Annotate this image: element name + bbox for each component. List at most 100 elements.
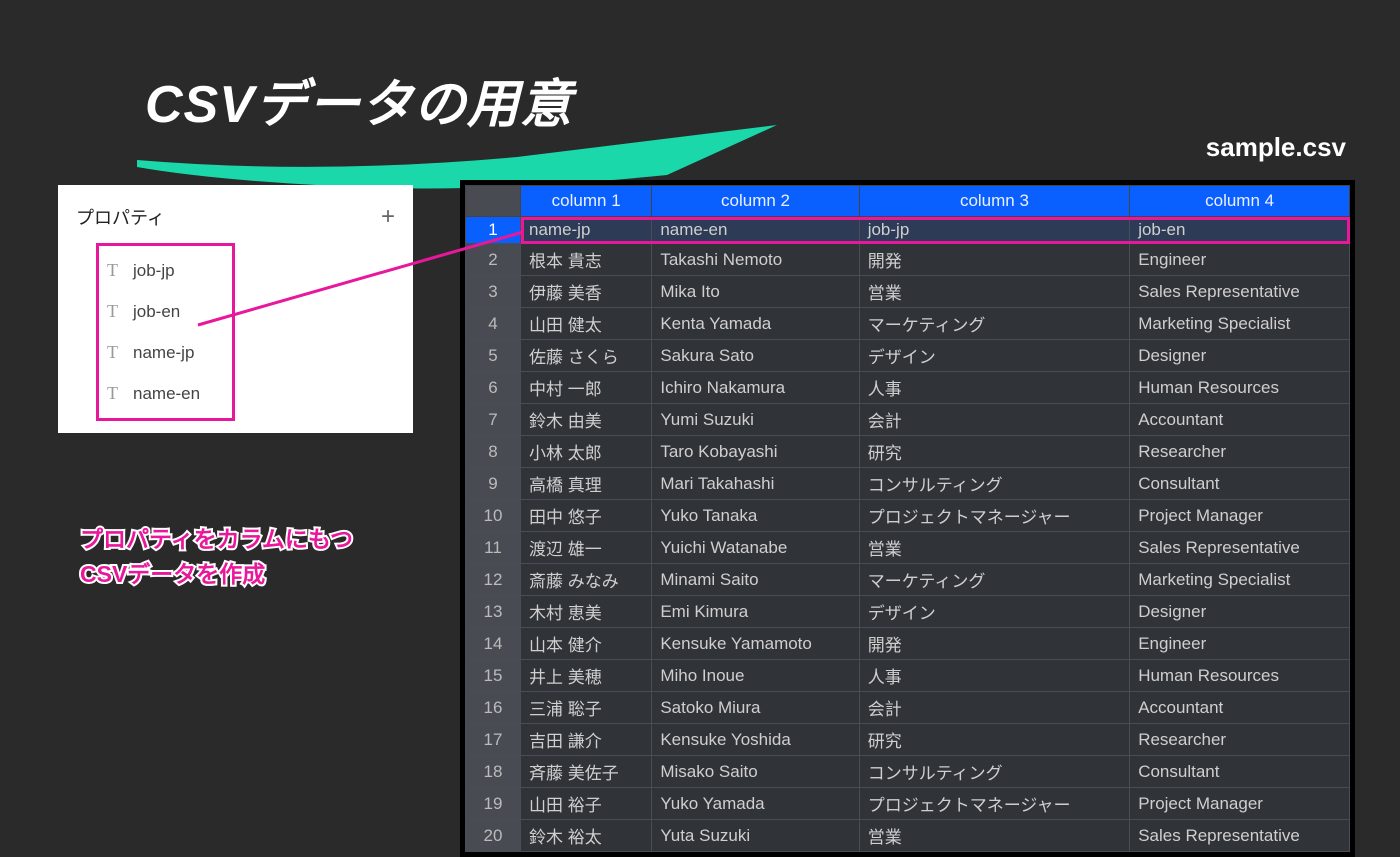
- table-row[interactable]: 17吉田 謙介Kensuke Yoshida研究Researcher: [466, 724, 1350, 756]
- table-cell[interactable]: Satoko Miura: [652, 692, 859, 724]
- table-cell[interactable]: 田中 悠子: [521, 500, 652, 532]
- property-item[interactable]: Tjob-jp: [105, 250, 202, 291]
- row-number[interactable]: 19: [466, 788, 521, 820]
- table-cell[interactable]: Sales Representative: [1130, 532, 1350, 564]
- table-row[interactable]: 15井上 美穂Miho Inoue人事Human Resources: [466, 660, 1350, 692]
- row-number[interactable]: 8: [466, 436, 521, 468]
- table-cell[interactable]: Researcher: [1130, 436, 1350, 468]
- table-cell[interactable]: Project Manager: [1130, 500, 1350, 532]
- table-row[interactable]: 19山田 裕子Yuko YamadaプロジェクトマネージャーProject Ma…: [466, 788, 1350, 820]
- table-row[interactable]: 2根本 貴志Takashi Nemoto開発Engineer: [466, 244, 1350, 276]
- table-cell[interactable]: Emi Kimura: [652, 596, 859, 628]
- column-header[interactable]: column 3: [859, 186, 1130, 217]
- table-cell[interactable]: job-en: [1130, 217, 1350, 244]
- table-row[interactable]: 4山田 健太Kenta YamadaマーケティングMarketing Speci…: [466, 308, 1350, 340]
- row-number[interactable]: 16: [466, 692, 521, 724]
- row-number[interactable]: 14: [466, 628, 521, 660]
- table-cell[interactable]: Project Manager: [1130, 788, 1350, 820]
- table-cell[interactable]: Sakura Sato: [652, 340, 859, 372]
- table-cell[interactable]: Yuko Yamada: [652, 788, 859, 820]
- table-cell[interactable]: マーケティング: [859, 564, 1130, 596]
- table-cell[interactable]: マーケティング: [859, 308, 1130, 340]
- table-cell[interactable]: Ichiro Nakamura: [652, 372, 859, 404]
- table-cell[interactable]: Yuko Tanaka: [652, 500, 859, 532]
- table-cell[interactable]: Minami Saito: [652, 564, 859, 596]
- table-row[interactable]: 1name-jpname-enjob-jpjob-en: [466, 217, 1350, 244]
- property-item[interactable]: Tname-jp: [105, 332, 202, 373]
- table-cell[interactable]: name-en: [652, 217, 859, 244]
- table-cell[interactable]: デザイン: [859, 340, 1130, 372]
- table-cell[interactable]: コンサルティング: [859, 468, 1130, 500]
- table-row[interactable]: 12斎藤 みなみMinami SaitoマーケティングMarketing Spe…: [466, 564, 1350, 596]
- table-cell[interactable]: 三浦 聡子: [521, 692, 652, 724]
- table-cell[interactable]: 山田 裕子: [521, 788, 652, 820]
- table-cell[interactable]: Consultant: [1130, 468, 1350, 500]
- row-number[interactable]: 5: [466, 340, 521, 372]
- table-row[interactable]: 5佐藤 さくらSakura SatoデザインDesigner: [466, 340, 1350, 372]
- table-cell[interactable]: Misako Saito: [652, 756, 859, 788]
- table-cell[interactable]: Researcher: [1130, 724, 1350, 756]
- table-cell[interactable]: 山田 健太: [521, 308, 652, 340]
- table-cell[interactable]: Marketing Specialist: [1130, 308, 1350, 340]
- row-number[interactable]: 20: [466, 820, 521, 852]
- table-cell[interactable]: 人事: [859, 660, 1130, 692]
- table-cell[interactable]: Designer: [1130, 596, 1350, 628]
- table-cell[interactable]: Accountant: [1130, 404, 1350, 436]
- table-row[interactable]: 7鈴木 由美Yumi Suzuki会計Accountant: [466, 404, 1350, 436]
- row-number[interactable]: 15: [466, 660, 521, 692]
- table-cell[interactable]: Taro Kobayashi: [652, 436, 859, 468]
- row-number[interactable]: 7: [466, 404, 521, 436]
- column-header[interactable]: column 4: [1130, 186, 1350, 217]
- table-row[interactable]: 9高橋 真理Mari TakahashiコンサルティングConsultant: [466, 468, 1350, 500]
- property-item[interactable]: Tjob-en: [105, 291, 202, 332]
- table-row[interactable]: 11渡辺 雄一Yuichi Watanabe営業Sales Representa…: [466, 532, 1350, 564]
- table-row[interactable]: 20鈴木 裕太Yuta Suzuki営業Sales Representative: [466, 820, 1350, 852]
- table-cell[interactable]: デザイン: [859, 596, 1130, 628]
- table-cell[interactable]: name-jp: [521, 217, 652, 244]
- table-cell[interactable]: 斉藤 美佐子: [521, 756, 652, 788]
- table-cell[interactable]: Sales Representative: [1130, 820, 1350, 852]
- table-cell[interactable]: Sales Representative: [1130, 276, 1350, 308]
- table-cell[interactable]: 人事: [859, 372, 1130, 404]
- table-cell[interactable]: 斎藤 みなみ: [521, 564, 652, 596]
- row-number[interactable]: 17: [466, 724, 521, 756]
- table-row[interactable]: 14山本 健介Kensuke Yamamoto開発Engineer: [466, 628, 1350, 660]
- table-cell[interactable]: コンサルティング: [859, 756, 1130, 788]
- table-cell[interactable]: Human Resources: [1130, 372, 1350, 404]
- table-cell[interactable]: 研究: [859, 724, 1130, 756]
- table-cell[interactable]: Kensuke Yoshida: [652, 724, 859, 756]
- table-cell[interactable]: Yumi Suzuki: [652, 404, 859, 436]
- row-number[interactable]: 2: [466, 244, 521, 276]
- table-row[interactable]: 18斉藤 美佐子Misako SaitoコンサルティングConsultant: [466, 756, 1350, 788]
- table-cell[interactable]: Kensuke Yamamoto: [652, 628, 859, 660]
- table-cell[interactable]: Mari Takahashi: [652, 468, 859, 500]
- table-cell[interactable]: 中村 一郎: [521, 372, 652, 404]
- table-cell[interactable]: Engineer: [1130, 244, 1350, 276]
- table-cell[interactable]: Takashi Nemoto: [652, 244, 859, 276]
- table-row[interactable]: 16三浦 聡子Satoko Miura会計Accountant: [466, 692, 1350, 724]
- table-cell[interactable]: 開発: [859, 244, 1130, 276]
- row-number[interactable]: 10: [466, 500, 521, 532]
- table-cell[interactable]: job-jp: [859, 217, 1130, 244]
- column-header[interactable]: column 2: [652, 186, 859, 217]
- table-cell[interactable]: Consultant: [1130, 756, 1350, 788]
- table-row[interactable]: 13木村 恵美Emi KimuraデザインDesigner: [466, 596, 1350, 628]
- table-cell[interactable]: Yuichi Watanabe: [652, 532, 859, 564]
- table-cell[interactable]: 研究: [859, 436, 1130, 468]
- table-cell[interactable]: 営業: [859, 532, 1130, 564]
- table-cell[interactable]: Engineer: [1130, 628, 1350, 660]
- row-number[interactable]: 1: [466, 217, 521, 244]
- table-cell[interactable]: Marketing Specialist: [1130, 564, 1350, 596]
- table-cell[interactable]: 会計: [859, 692, 1130, 724]
- property-item[interactable]: Tname-en: [105, 373, 202, 414]
- table-cell[interactable]: Accountant: [1130, 692, 1350, 724]
- table-cell[interactable]: 木村 恵美: [521, 596, 652, 628]
- table-cell[interactable]: Yuta Suzuki: [652, 820, 859, 852]
- row-number[interactable]: 18: [466, 756, 521, 788]
- table-cell[interactable]: 高橋 真理: [521, 468, 652, 500]
- table-cell[interactable]: プロジェクトマネージャー: [859, 500, 1130, 532]
- row-number[interactable]: 11: [466, 532, 521, 564]
- row-number[interactable]: 9: [466, 468, 521, 500]
- table-cell[interactable]: 根本 貴志: [521, 244, 652, 276]
- table-row[interactable]: 3伊藤 美香Mika Ito営業Sales Representative: [466, 276, 1350, 308]
